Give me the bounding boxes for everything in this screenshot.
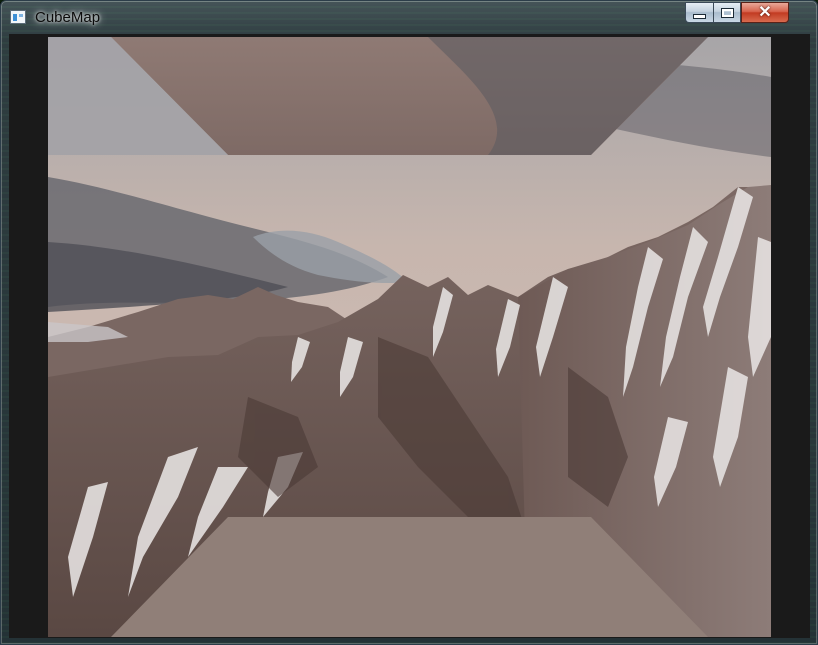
app-window-icon xyxy=(10,10,26,24)
title-bar[interactable]: CubeMap ✕ xyxy=(1,1,817,33)
caption-buttons: ✕ xyxy=(685,2,789,23)
minimize-icon xyxy=(693,13,706,19)
maximize-icon xyxy=(720,7,734,18)
maximize-button[interactable] xyxy=(713,2,741,23)
window-title: CubeMap xyxy=(35,9,101,26)
render-viewport[interactable] xyxy=(9,34,810,638)
close-icon: ✕ xyxy=(758,3,772,21)
close-button[interactable]: ✕ xyxy=(741,2,789,23)
application-window: CubeMap ✕ xyxy=(0,0,818,645)
cubemap-render xyxy=(48,37,771,637)
minimize-button[interactable] xyxy=(685,2,713,23)
cubemap-scene[interactable] xyxy=(48,37,771,637)
